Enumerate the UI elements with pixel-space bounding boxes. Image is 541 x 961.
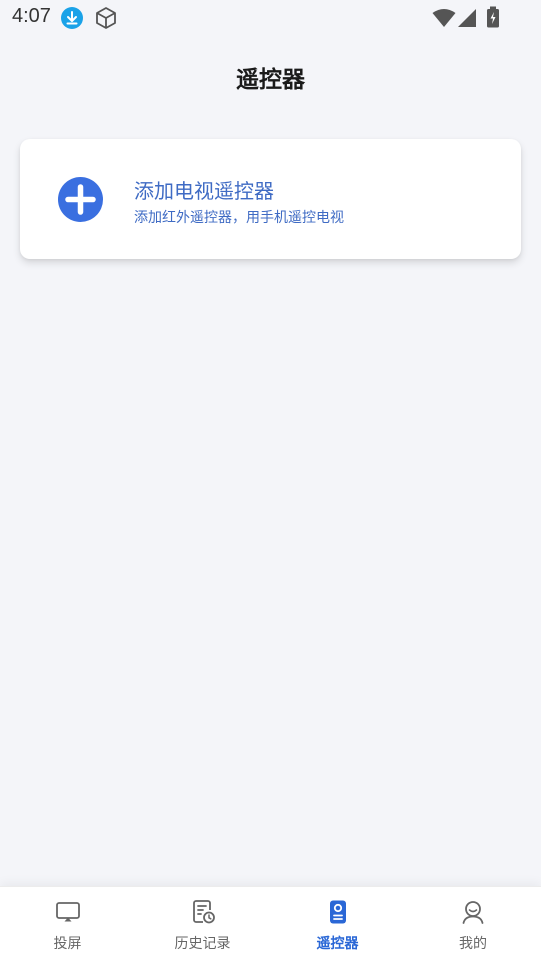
download-icon: [61, 7, 83, 29]
bottom-tab-bar: 投屏 历史记录 遥控器 我的: [0, 886, 541, 961]
status-bar: 4:07: [0, 0, 541, 36]
signal-icon: [457, 8, 477, 32]
tab-label: 历史记录: [174, 936, 231, 952]
tab-profile[interactable]: 我的: [405, 887, 541, 961]
battery-icon: [486, 6, 500, 32]
tab-label: 我的: [459, 936, 487, 952]
tab-history[interactable]: 历史记录: [135, 887, 270, 961]
add-card-subtitle: 添加红外遥控器，用手机遥控电视: [134, 210, 344, 226]
page-title: 遥控器: [236, 67, 305, 93]
add-card-title: 添加电视遥控器: [134, 179, 274, 203]
package-icon: [94, 6, 118, 34]
tab-remote-control[interactable]: 遥控器: [270, 887, 405, 961]
tab-label: 投屏: [53, 936, 82, 952]
cast-screen-icon: [55, 899, 81, 925]
tab-cast-screen[interactable]: 投屏: [0, 887, 135, 961]
wifi-icon: [432, 8, 456, 32]
status-time: 4:07: [12, 5, 51, 27]
remote-control-icon: [325, 899, 351, 925]
history-icon: [190, 899, 216, 925]
tab-label: 遥控器: [316, 936, 359, 952]
plus-circle-icon: [58, 177, 103, 222]
add-tv-remote-card[interactable]: 添加电视遥控器 添加红外遥控器，用手机遥控电视: [20, 139, 521, 259]
profile-icon: [460, 899, 486, 925]
